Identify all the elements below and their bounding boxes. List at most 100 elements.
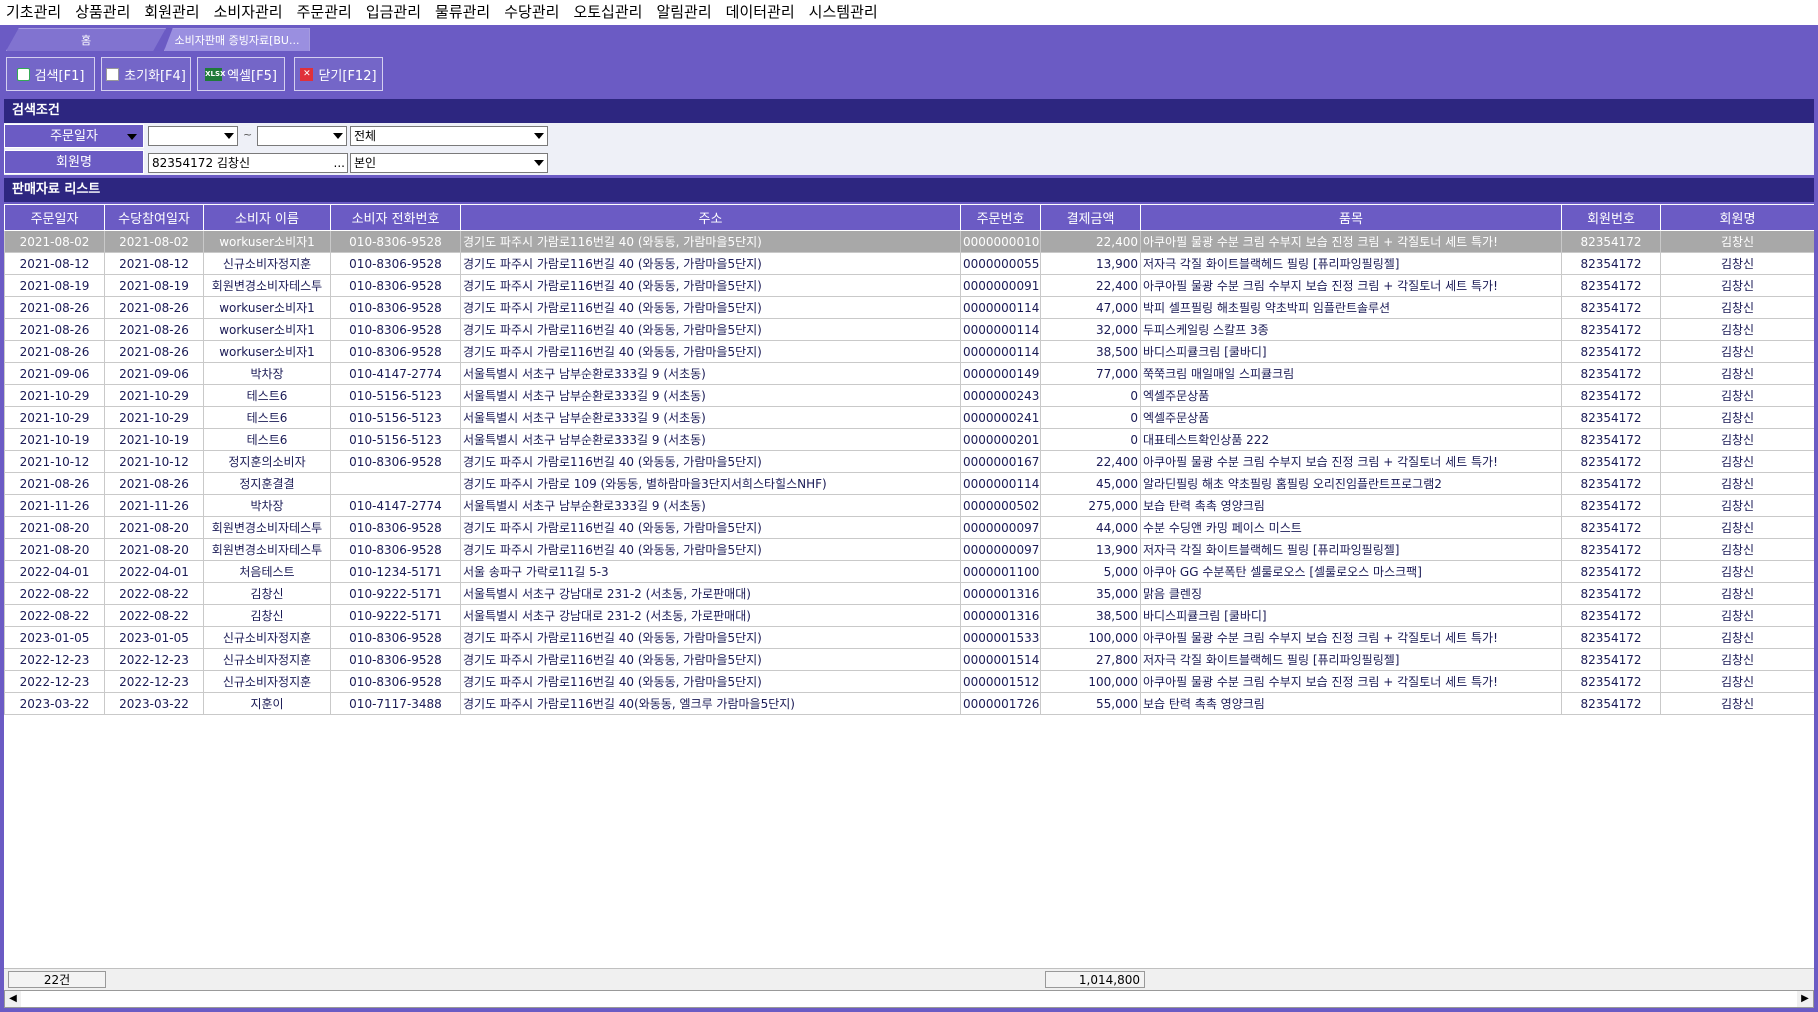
relation-select[interactable]: 본인 (350, 153, 548, 173)
tab-strip: 홈 소비자판매 증빙자료[BU... (0, 25, 1818, 51)
reset-button[interactable]: 초기화[F4] (101, 57, 191, 91)
menu-item[interactable]: 알림관리 (650, 0, 719, 25)
table-row[interactable]: 2021-08-02 2021-08-02 workuser소비자1 010-8306… (4, 230, 1814, 253)
menu-item[interactable]: 상품관리 (69, 0, 138, 25)
total-amount: 1,014,800 (1045, 971, 1145, 988)
table-cell: 275,000 (1040, 494, 1141, 517)
tab-home[interactable]: 홈 (6, 28, 166, 51)
table-row[interactable]: 2022-12-23 2022-12-23 신규소비자정지훈 010-8306-952… (4, 670, 1814, 693)
table-cell: 010-7117-3488 (330, 692, 461, 715)
table-cell: 38,500 (1040, 340, 1141, 363)
table-cell: 2021-08-26 (4, 296, 105, 319)
table-row[interactable]: 2021-08-12 2021-08-12 신규소비자정지훈 010-8306-952… (4, 252, 1814, 275)
table-cell: 엑셀주문상품 (1140, 406, 1562, 429)
table-cell: 테스트6 (203, 384, 331, 407)
table-cell: 82354172 (1561, 670, 1661, 693)
table-cell: 김창신 (1660, 384, 1814, 407)
table-cell: 회원변경소비자테스투 (203, 516, 331, 539)
table-row[interactable]: 2022-08-22 2022-08-22 김창신 010-9222-5171 서울특별… (4, 604, 1814, 627)
table-cell: 경기도 파주시 가람로116번길 40 (와동동, 가람마을5단지) (460, 648, 961, 671)
column-header[interactable]: 소비자 전화번호 (330, 204, 461, 231)
table-row[interactable]: 2021-08-26 2021-08-26 workuser소비자1 010-8306… (4, 318, 1814, 341)
table-cell: 2021-08-20 (104, 538, 204, 561)
table-row[interactable]: 2021-08-19 2021-08-19 회원변경소비자테스투 010-8306-9… (4, 274, 1814, 297)
member-input[interactable]: 82354172 김창신 ... (148, 153, 348, 173)
tab-consumer-sales-evidence[interactable]: 소비자판매 증빙자료[BU... (164, 28, 310, 51)
table-row[interactable]: 2023-01-05 2023-01-05 신규소비자정지훈 010-8306-952… (4, 626, 1814, 649)
table-cell: 0000000502 (960, 494, 1041, 517)
table-row[interactable]: 2021-10-19 2021-10-19 테스트6 010-5156-5123 서울특… (4, 428, 1814, 451)
table-cell: 82354172 (1561, 560, 1661, 583)
menu-bar: 기초관리 상품관리 회원관리 소비자관리 주문관리 입금관리 물류관리 수당관리 오토십관리 알림… (0, 0, 1818, 25)
menu-item[interactable]: 시스템관리 (803, 0, 886, 25)
table-cell: 82354172 (1561, 230, 1661, 253)
chevron-down-icon (534, 133, 544, 139)
column-header[interactable]: 소비자 이름 (203, 204, 331, 231)
table-cell: 32,000 (1040, 318, 1141, 341)
table-cell: workuser소비자1 (203, 340, 331, 363)
column-header[interactable]: 결제금액 (1040, 204, 1141, 231)
column-header[interactable]: 품목 (1140, 204, 1562, 231)
menu-item[interactable]: 기초관리 (0, 0, 69, 25)
menu-item[interactable]: 입금관리 (360, 0, 429, 25)
column-header[interactable]: 수당참여일자 (104, 204, 204, 231)
scope-select[interactable]: 전체 (350, 126, 548, 146)
menu-item[interactable]: 데이터관리 (720, 0, 803, 25)
table-row[interactable]: 2021-10-12 2021-10-12 정지훈의소비자 010-8306-9528… (4, 450, 1814, 473)
table-row[interactable]: 2021-11-26 2021-11-26 박차장 010-4147-2774 서울특별… (4, 494, 1814, 517)
order-date-dropdown[interactable]: 주문일자 (4, 124, 144, 148)
table-cell: 13,900 (1040, 538, 1141, 561)
table-row[interactable]: 2022-04-01 2022-04-01 처음테스트 010-1234-5171 서울… (4, 560, 1814, 583)
column-header[interactable]: 회원명 (1660, 204, 1814, 231)
table-cell: workuser소비자1 (203, 296, 331, 319)
horizontal-scrollbar[interactable]: ◀ ▶ (4, 990, 1814, 1008)
table-cell: 김창신 (1660, 670, 1814, 693)
member-lookup-button[interactable]: ... (334, 154, 345, 172)
table-cell: 회원변경소비자테스투 (203, 538, 331, 561)
excel-button[interactable]: XLSX 엑셀[F5] (197, 57, 285, 91)
column-header[interactable]: 주소 (460, 204, 961, 231)
relation-value: 본인 (354, 156, 377, 170)
table-cell: 010-8306-9528 (330, 626, 461, 649)
date-from-select[interactable] (148, 126, 238, 146)
column-header[interactable]: 회원번호 (1561, 204, 1661, 231)
table-row[interactable]: 2021-09-06 2021-09-06 박차장 010-4147-2774 서울특별… (4, 362, 1814, 385)
menu-item[interactable]: 주문관리 (291, 0, 360, 25)
table-cell: 0000000167 (960, 450, 1041, 473)
table-row[interactable]: 2021-10-29 2021-10-29 테스트6 010-5156-5123 서울특… (4, 384, 1814, 407)
menu-item[interactable]: 소비자관리 (208, 0, 291, 25)
menu-item[interactable]: 오토십관리 (567, 0, 650, 25)
table-cell: 010-8306-9528 (330, 538, 461, 561)
menu-item[interactable]: 수당관리 (498, 0, 567, 25)
table-row[interactable]: 2021-08-20 2021-08-20 회원변경소비자테스투 010-8306-9… (4, 516, 1814, 539)
table-cell: 82354172 (1561, 692, 1661, 715)
table-row[interactable]: 2021-08-20 2021-08-20 회원변경소비자테스투 010-8306-9… (4, 538, 1814, 561)
scroll-right-icon[interactable]: ▶ (1797, 991, 1813, 1007)
menu-item[interactable]: 물류관리 (429, 0, 498, 25)
column-header[interactable]: 주문번호 (960, 204, 1041, 231)
table-cell: 경기도 파주시 가람로116번길 40 (와동동, 가람마을5단지) (460, 252, 961, 275)
search-button[interactable]: 검색[F1] (6, 57, 95, 91)
table-cell: 두피스케일링 스칼프 3종 (1140, 318, 1562, 341)
date-to-select[interactable] (257, 126, 347, 146)
table-cell: 김창신 (1660, 450, 1814, 473)
table-row[interactable]: 2021-08-26 2021-08-26 정지훈결결 경기도 파주시 가람로 109… (4, 472, 1814, 495)
table-cell: 보습 탄력 촉촉 영양크림 (1140, 692, 1562, 715)
table-row[interactable]: 2021-08-26 2021-08-26 workuser소비자1 010-8306… (4, 296, 1814, 319)
table-row[interactable]: 2023-03-22 2023-03-22 지훈이 010-7117-3488 경기도 … (4, 692, 1814, 715)
scroll-left-icon[interactable]: ◀ (5, 991, 21, 1007)
table-cell: 2021-10-29 (104, 406, 204, 429)
menu-item[interactable]: 회원관리 (138, 0, 207, 25)
table-row[interactable]: 2022-12-23 2022-12-23 신규소비자정지훈 010-8306-952… (4, 648, 1814, 671)
table-row[interactable]: 2021-10-29 2021-10-29 테스트6 010-5156-5123 서울특… (4, 406, 1814, 429)
table-row[interactable]: 2022-08-22 2022-08-22 김창신 010-9222-5171 서울특별… (4, 582, 1814, 605)
close-button[interactable]: ✕ 닫기[F12] (294, 57, 383, 91)
table-cell: 쭉쭉크림 매일매일 스피큘크림 (1140, 362, 1562, 385)
search-icon (16, 67, 30, 81)
table-cell: 82354172 (1561, 472, 1661, 495)
column-header[interactable]: 주문일자 (4, 204, 105, 231)
table-cell: 처음테스트 (203, 560, 331, 583)
table-cell: 경기도 파주시 가람로116번길 40 (와동동, 가람마을5단지) (460, 230, 961, 253)
table-cell: 김창신 (1660, 582, 1814, 605)
table-row[interactable]: 2021-08-26 2021-08-26 workuser소비자1 010-8306… (4, 340, 1814, 363)
